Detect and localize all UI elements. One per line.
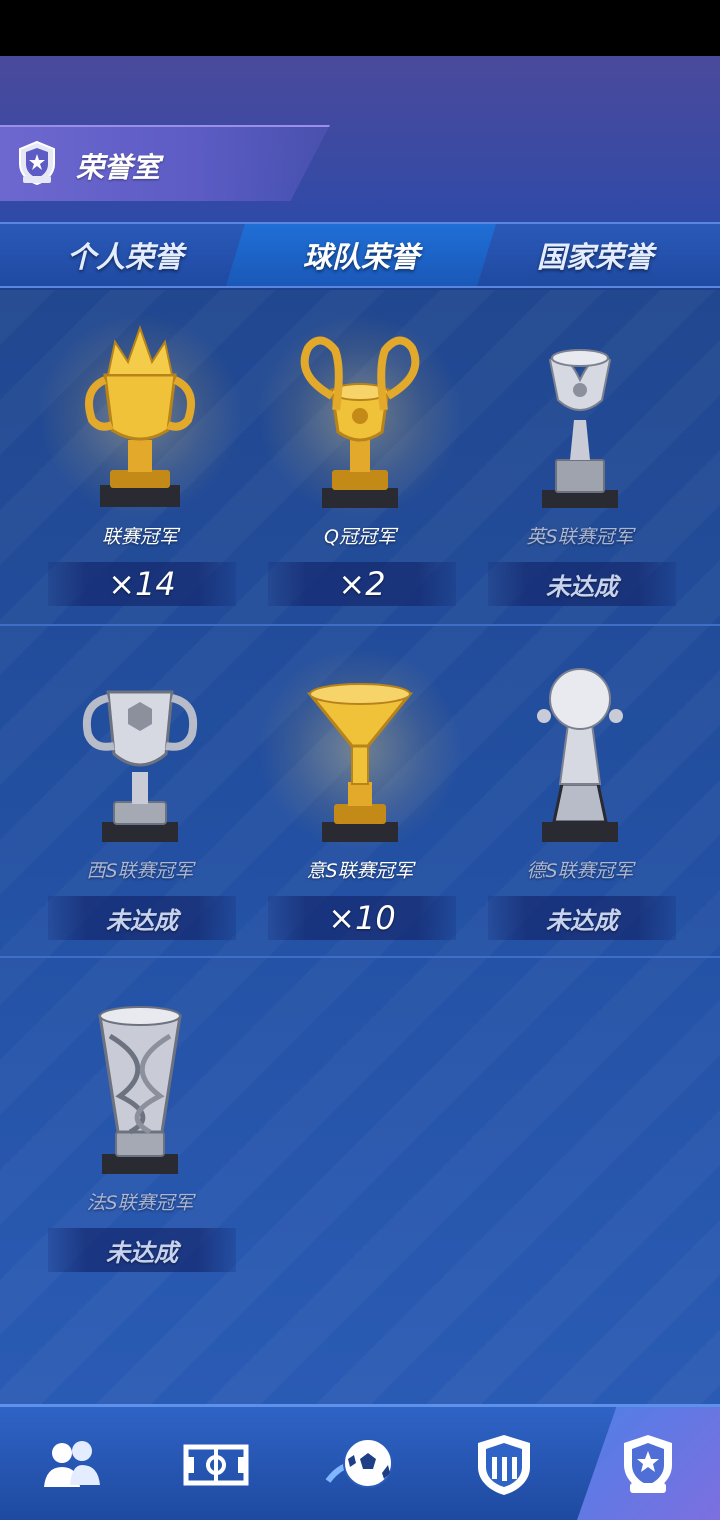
row-divider [0,956,720,958]
club-badge-icon [478,1435,530,1495]
gold-big-ears-trophy-icon [300,336,420,508]
row-divider [0,624,720,626]
trophy-count: 未达成 [48,896,236,940]
tabs-bar: 个人荣誉 球队荣誉 国家荣誉 [0,222,720,288]
tab-personal-honor[interactable]: 个人荣誉 [0,224,250,286]
trophy-card[interactable]: 意S联赛冠军 ×10 [250,634,470,940]
tab-team-honor[interactable]: 球队荣誉 [226,224,496,286]
trophy-count: 未达成 [48,1228,236,1272]
trophy-count: ×14 [48,562,236,606]
trophy-name: Q冠冠军 [324,526,396,548]
nav-match[interactable] [288,1407,432,1520]
trophy-name: 联赛冠军 [101,526,178,548]
nav-honor[interactable] [576,1407,720,1520]
silver-handled-cup-icon [83,690,197,842]
trophy-count: ×10 [268,896,456,940]
bottom-nav [0,1404,720,1520]
nav-tactics[interactable] [144,1407,288,1520]
trophy-count: ×2 [268,562,456,606]
trophy-count: 未达成 [488,562,676,606]
status-bar [0,0,720,56]
silver-twisted-trophy-icon [98,1006,182,1174]
gold-crown-trophy-icon [85,324,195,507]
trophy-name: 德S联赛冠军 [526,860,634,882]
trophy-name: 意S联赛冠军 [306,860,414,882]
trophy-badge-icon [624,1435,672,1493]
team-players-icon [44,1441,100,1487]
soccer-ball-icon [325,1438,393,1488]
trophy-card[interactable]: 英S联赛冠军 未达成 [470,300,690,606]
trophy-badge-icon [19,140,55,186]
silver-ball-trophy-icon [537,668,623,842]
gold-funnel-trophy-icon [306,683,414,842]
nav-team[interactable] [0,1407,144,1520]
trophy-grid: 联赛冠军 ×14 Q冠冠军 ×2 英S联赛冠军 未达成 西S联赛冠军 未达成 意… [0,290,720,1404]
trophy-name: 英S联赛冠军 [526,526,634,548]
trophy-name: 法S联赛冠军 [86,1192,194,1214]
silver-winged-trophy-icon [542,349,618,508]
trophy-name: 西S联赛冠军 [86,860,194,882]
trophy-card[interactable]: Q冠冠军 ×2 [250,300,470,606]
tab-national-honor[interactable]: 国家荣誉 [470,224,720,286]
page-title: 荣誉室 [76,151,161,184]
trophy-card[interactable]: 法S联赛冠军 未达成 [30,966,250,1272]
trophy-card[interactable]: 德S联赛冠军 未达成 [470,634,690,940]
trophy-card[interactable]: 西S联赛冠军 未达成 [30,634,250,940]
trophy-count: 未达成 [488,896,676,940]
pitch-field-icon [183,1444,249,1486]
trophy-card[interactable]: 联赛冠军 ×14 [30,300,250,606]
nav-club[interactable] [432,1407,576,1520]
